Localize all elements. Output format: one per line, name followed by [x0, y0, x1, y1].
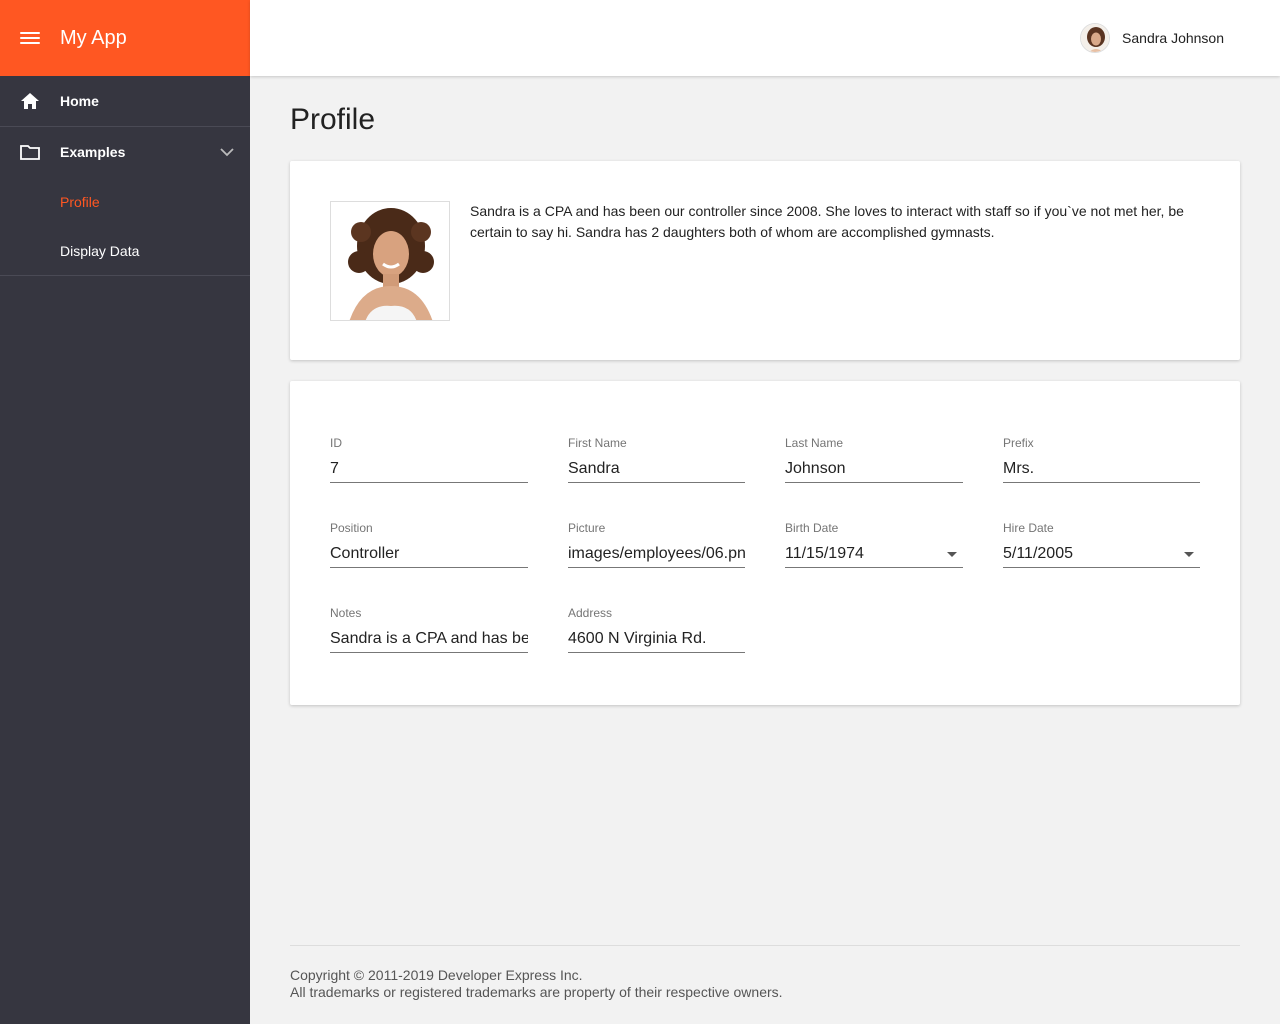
chevron-down-icon	[220, 144, 234, 160]
profile-about-text: Sandra is a CPA and has been our control…	[470, 203, 1184, 240]
app-title: My App	[60, 26, 127, 49]
app-brand-bar: My App	[0, 0, 250, 76]
sidebar-item-home[interactable]: Home	[0, 76, 250, 126]
top-header: Sandra Johnson	[250, 0, 1280, 76]
profile-photo	[330, 201, 450, 321]
footer-trademarks: All trademarks or registered trademarks …	[290, 984, 783, 1000]
divider	[0, 275, 250, 276]
id-input[interactable]: 7	[330, 457, 528, 483]
field-label: Picture	[568, 521, 606, 535]
birth-date-input[interactable]: 11/15/1974	[785, 542, 963, 568]
picture-field[interactable]: Picture images/employees/06.png	[568, 521, 745, 568]
dropdown-arrow-icon[interactable]	[947, 552, 957, 557]
avatar	[1080, 23, 1111, 53]
field-label: Prefix	[1003, 436, 1034, 450]
folder-icon	[0, 144, 60, 160]
field-label: ID	[330, 436, 342, 450]
sidebar-item-label: Home	[60, 93, 99, 109]
position-input[interactable]: Controller	[330, 542, 528, 568]
sidebar: My App Home Examples Profile Display Dat…	[0, 0, 250, 1024]
page-title: Profile	[290, 103, 376, 136]
user-menu[interactable]: Sandra Johnson	[1080, 23, 1224, 53]
main-content: Profile Sandra is a CPA and has been our…	[290, 76, 1240, 705]
field-label: Address	[568, 606, 613, 620]
hire-date-field[interactable]: Hire Date 5/11/2005	[1003, 521, 1200, 568]
hire-date-value: 5/11/2005	[1003, 545, 1073, 562]
sidebar-item-examples[interactable]: Examples	[0, 127, 250, 177]
field-label: Hire Date	[1003, 521, 1054, 535]
field-label: Notes	[330, 606, 362, 620]
field-label: Position	[330, 521, 373, 535]
first-name-input[interactable]: Sandra	[568, 457, 745, 483]
dropdown-arrow-icon[interactable]	[1184, 552, 1194, 557]
home-icon	[0, 92, 60, 110]
user-name: Sandra Johnson	[1122, 30, 1224, 46]
sidebar-item-profile[interactable]: Profile	[0, 177, 250, 226]
birth-date-field[interactable]: Birth Date 11/15/1974	[785, 521, 963, 568]
sidebar-item-display-data[interactable]: Display Data	[0, 226, 250, 275]
profile-about-card: Sandra is a CPA and has been our control…	[290, 161, 1240, 360]
last-name-input[interactable]: Johnson	[785, 457, 963, 483]
field-label: Last Name	[785, 436, 844, 450]
first-name-field[interactable]: First Name Sandra	[568, 436, 745, 483]
id-field[interactable]: ID 7	[330, 436, 528, 483]
picture-input[interactable]: images/employees/06.png	[568, 542, 745, 568]
menu-icon[interactable]	[20, 30, 40, 46]
last-name-field[interactable]: Last Name Johnson	[785, 436, 963, 483]
position-field[interactable]: Position Controller	[330, 521, 528, 568]
field-label: Birth Date	[785, 521, 839, 535]
field-label: First Name	[568, 436, 627, 450]
notes-field[interactable]: Notes Sandra is a CPA and has been our c…	[330, 606, 528, 653]
hire-date-input[interactable]: 5/11/2005	[1003, 542, 1200, 568]
prefix-input[interactable]: Mrs.	[1003, 457, 1200, 483]
address-input[interactable]: 4600 N Virginia Rd.	[568, 627, 745, 653]
notes-input[interactable]: Sandra is a CPA and has been our control…	[330, 627, 528, 653]
birth-date-value: 11/15/1974	[785, 545, 864, 562]
profile-form-card: ID 7 First Name Sandra Last Name Johnson…	[290, 381, 1240, 705]
address-field[interactable]: Address 4600 N Virginia Rd.	[568, 606, 745, 653]
sidebar-item-label: Examples	[60, 144, 126, 160]
footer: Copyright © 2011-2019 Developer Express …	[290, 945, 1240, 1001]
prefix-field[interactable]: Prefix Mrs.	[1003, 436, 1200, 483]
footer-copyright: Copyright © 2011-2019 Developer Express …	[290, 967, 583, 983]
